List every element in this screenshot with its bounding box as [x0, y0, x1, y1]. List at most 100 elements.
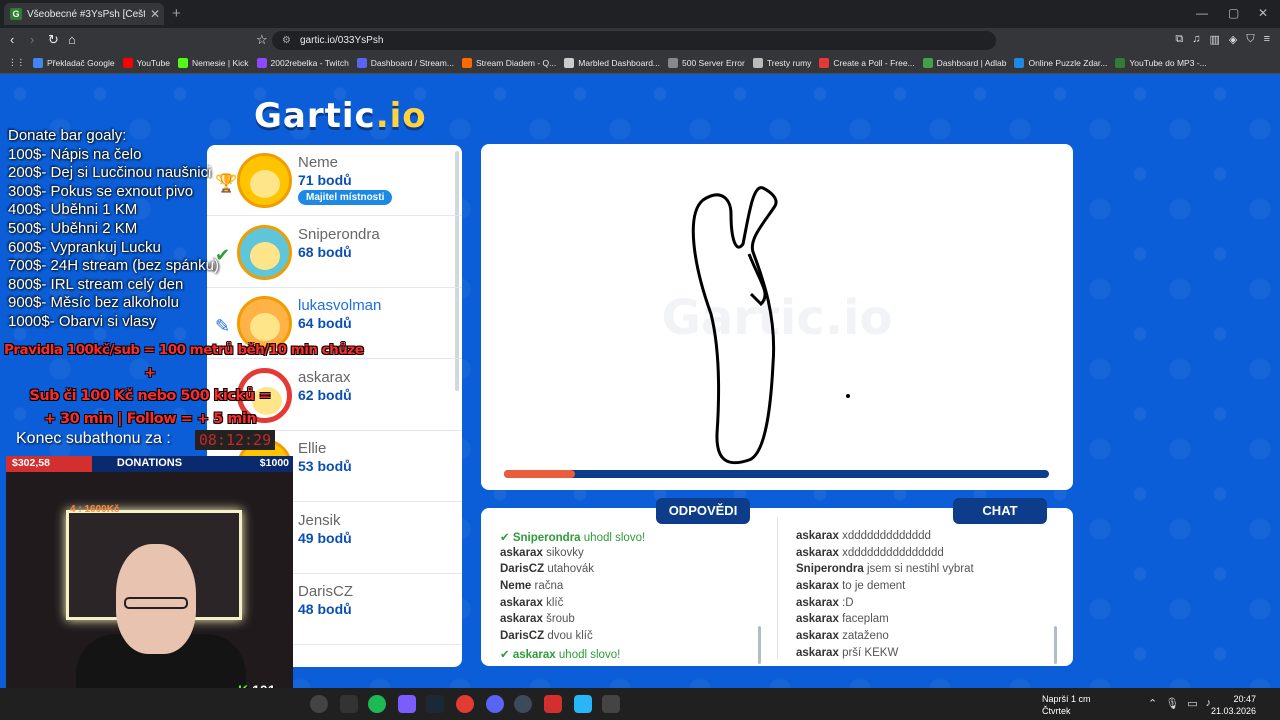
media-icon[interactable]: ♫ — [1192, 33, 1200, 46]
answer-message: DarisCZ dvou klíč — [500, 630, 770, 647]
message-text: zataženo — [842, 630, 889, 643]
bookmark-item[interactable]: 2002rebelka - Twitch — [256, 57, 349, 68]
bookmark-item[interactable]: Překladač Google — [33, 57, 115, 68]
clock-date: 21.03.2026 — [1210, 706, 1256, 716]
menu-icon[interactable]: ≡ — [1264, 33, 1270, 46]
tab-answers[interactable]: ODPOVĚDI — [656, 498, 750, 524]
drawing-canvas[interactable]: Gartic.io — [481, 144, 1073, 490]
microphone-icon[interactable]: 🎙 — [1165, 697, 1179, 710]
bookmark-item[interactable]: Marbled Dashboard... — [564, 57, 660, 68]
bookmark-item[interactable]: Stream Diadem - Q... — [461, 57, 556, 68]
weather-widget[interactable]: Naprší 1 cm Čtvrtek — [1042, 693, 1091, 717]
site-info-icon[interactable]: ⚙ — [282, 31, 291, 50]
maximize-icon[interactable]: ▢ — [1228, 6, 1239, 20]
donate-goal-line: 100$- Nápis na čelo — [8, 145, 142, 163]
subathon-label: Konec subathonu za : — [16, 430, 171, 447]
chat-message: askarax xddddddddddddd — [796, 530, 1066, 547]
donate-goal-line: 200$- Dej si Lucčinou naušnici — [8, 164, 212, 182]
epic-games-icon[interactable] — [340, 695, 358, 713]
bookmark-favicon-icon — [819, 57, 830, 68]
bookmark-item[interactable]: Create a Poll - Free... — [819, 57, 915, 68]
browser-taskbar-icon[interactable] — [544, 695, 562, 713]
player-points: 64 bodů — [298, 315, 352, 331]
bookmark-icon[interactable]: ☆ — [256, 32, 268, 48]
address-bar[interactable]: ⚙ gartic.io/033YsPsh — [272, 31, 996, 50]
gartic-favicon-icon: G — [10, 8, 22, 20]
taskbar-app-icon[interactable] — [310, 695, 328, 713]
bookmark-favicon-icon — [356, 57, 367, 68]
bookmark-label: Nemesie | Kick — [191, 57, 249, 68]
network-icon[interactable]: ▭ — [1187, 697, 1197, 710]
chat-scrollbar[interactable] — [1054, 626, 1057, 664]
bookmark-item[interactable]: YouTube do MP3 -... — [1115, 57, 1207, 68]
bookmark-item[interactable]: YouTube — [122, 57, 170, 68]
message-user: askarax — [500, 596, 543, 609]
message-text: utahovák — [547, 563, 594, 576]
donate-goal-line: 700$- 24H stream (bez spánku) — [8, 257, 219, 275]
notepad-icon[interactable] — [574, 695, 592, 713]
player-row[interactable]: ✔ Sniperondra 68 bodů — [207, 217, 462, 288]
webcam-sign-text: 4 : 1600Kč — [70, 504, 120, 515]
bookmark-item[interactable]: Online Puzzle Zdar... — [1014, 57, 1107, 68]
sidebar-icon[interactable]: ▥ — [1209, 33, 1219, 46]
discord-icon[interactable] — [486, 695, 504, 713]
browser-toolbar: ‹ › ↻ ⌂ ☆ ⚙ gartic.io/033YsPsh ⧉ ♫ ▥ ◈ ⛉… — [0, 28, 1280, 52]
tab-close-icon[interactable]: ✕ — [150, 7, 164, 21]
minimize-icon[interactable]: — — [1196, 6, 1208, 20]
apps-icon[interactable]: ⋮⋮ — [8, 57, 25, 68]
back-icon[interactable]: ‹ — [10, 32, 14, 47]
bookmark-item[interactable]: Dashboard | Adlab — [922, 57, 1006, 68]
answers-scrollbar[interactable] — [758, 626, 761, 664]
taskbar-app-icon[interactable] — [602, 695, 620, 713]
bookmark-label: Překladač Google — [47, 57, 115, 68]
forward-icon[interactable]: › — [30, 32, 34, 47]
webcam-glasses — [124, 597, 188, 609]
message-user: askarax — [796, 613, 839, 626]
bookmark-label: 2002rebelka - Twitch — [270, 57, 349, 68]
shield-icon[interactable]: ⛉ — [1246, 33, 1254, 46]
message-text: račna — [534, 580, 564, 593]
wallet-icon[interactable]: ◈ — [1229, 33, 1237, 46]
home-icon[interactable]: ⌂ — [68, 32, 76, 47]
reload-icon[interactable]: ↻ — [48, 32, 59, 48]
bookmark-favicon-icon — [256, 57, 267, 68]
message-user: Neme — [500, 580, 532, 593]
bookmark-item[interactable]: 500 Server Error — [668, 57, 745, 68]
answer-message: DarisCZ utahovák — [500, 563, 770, 580]
chat-message: askarax to je dement — [796, 580, 1066, 597]
player-points: 71 bodů — [298, 172, 352, 188]
player-name: Ellie — [298, 440, 327, 457]
taskbar-clock[interactable]: 20:47 21.03.2026 — [1211, 693, 1256, 717]
player-points: 48 bodů — [298, 601, 352, 617]
close-window-icon[interactable]: ✕ — [1258, 6, 1268, 20]
player-row[interactable]: 🏆 Neme 71 bodů Majitel místnosti — [207, 145, 462, 216]
message-user: Sniperondra — [512, 532, 581, 544]
taskbar-app-icon[interactable] — [398, 695, 416, 713]
taskbar-app-icon[interactable] — [368, 695, 386, 713]
chat-message: askarax xddddddddddddddd — [796, 547, 1066, 564]
tab-title: Všeobecné #3YsPsh [Čeština] — [27, 8, 145, 20]
taskbar-app-icon[interactable] — [456, 695, 474, 713]
bookmark-item[interactable]: Nemesie | Kick — [177, 57, 249, 68]
tab-chat[interactable]: CHAT — [953, 498, 1047, 524]
donate-goal-line: 600$- Vyprankuj Lucku — [8, 238, 161, 256]
bookmark-item[interactable]: Dashboard / Stream... — [356, 57, 454, 68]
check-icon: ✔ — [500, 532, 513, 544]
player-name: Sniperondra — [298, 225, 380, 243]
steam-icon[interactable] — [426, 695, 444, 713]
obs-icon[interactable] — [514, 695, 532, 713]
logo-main: Gartic — [254, 96, 376, 136]
message-text: uhodl slovo! — [558, 648, 621, 661]
new-tab-icon[interactable]: + — [172, 5, 181, 22]
bookmark-item[interactable]: Tresty rumy — [752, 57, 811, 68]
player-avatar — [237, 153, 292, 208]
chevron-up-icon[interactable]: ⌃ — [1148, 697, 1157, 710]
extensions-icon[interactable]: ⧉ — [1175, 33, 1183, 46]
donation-bar: DONATIONS $302,58 $1000 — [6, 456, 293, 472]
bookmark-favicon-icon — [564, 57, 575, 68]
message-text: :D — [842, 596, 854, 609]
message-text: xddddddddddddd — [842, 530, 931, 542]
browser-tab[interactable]: G Všeobecné #3YsPsh [Čeština] ✕ — [4, 3, 164, 25]
player-name: DarisCZ — [298, 583, 353, 600]
donation-goal: $1000 — [259, 457, 289, 469]
